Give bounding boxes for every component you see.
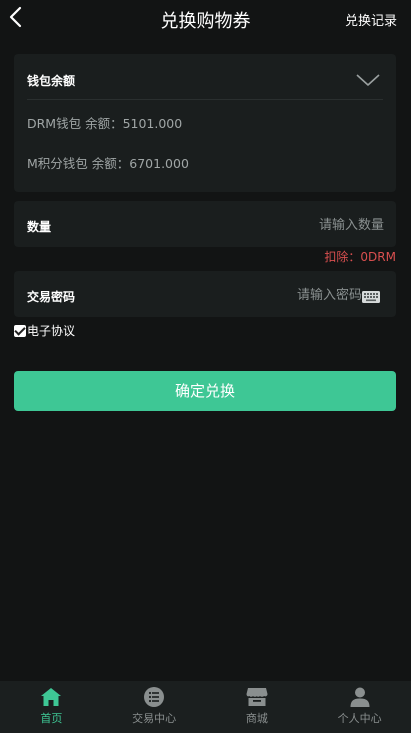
- tab-mall-label: 商城: [245, 712, 268, 725]
- trade-password-input[interactable]: [182, 283, 362, 307]
- quantity-input[interactable]: [184, 213, 384, 237]
- deduct-amount-text: 扣除：0DRM: [324, 250, 396, 264]
- tab-home-label: 首页: [40, 712, 63, 725]
- wallet-balance-heading: 钱包余额: [27, 74, 76, 88]
- bottom-tab-bar: 首页 交易中心 商城 个人中心: [0, 681, 411, 733]
- agreement-label[interactable]: 电子协议: [27, 322, 75, 339]
- exchange-record-link[interactable]: 兑换记录: [345, 10, 397, 29]
- chevron-down-icon[interactable]: [356, 73, 380, 87]
- tab-home[interactable]: 首页: [0, 681, 103, 733]
- list-icon: [144, 687, 165, 707]
- tab-trade-center[interactable]: 交易中心: [103, 681, 206, 733]
- tab-profile-label: 个人中心: [337, 712, 382, 725]
- m-points-wallet-balance[interactable]: M积分钱包 余额：6701.000: [27, 153, 189, 172]
- password-field-row: 交易密码: [14, 271, 396, 317]
- store-icon: [246, 688, 268, 706]
- trade-password-label: 交易密码: [27, 290, 76, 304]
- user-icon: [350, 687, 370, 707]
- agreement-checkbox[interactable]: [14, 324, 26, 337]
- tab-profile[interactable]: 个人中心: [308, 681, 411, 733]
- drm-wallet-balance[interactable]: DRM钱包 余额：5101.000: [27, 113, 182, 132]
- home-icon: [41, 688, 62, 706]
- keyboard-icon[interactable]: [362, 291, 380, 303]
- tab-mall[interactable]: 商城: [206, 681, 309, 733]
- agreement-row[interactable]: 电子协议: [14, 322, 75, 339]
- divider: [27, 99, 383, 100]
- confirm-exchange-button[interactable]: 确定兑换: [14, 371, 396, 411]
- quantity-field-row: 数量: [14, 201, 396, 247]
- quantity-label: 数量: [27, 220, 52, 234]
- top-bar: 兑换购物券 兑换记录: [0, 0, 411, 38]
- wallet-balance-card[interactable]: 钱包余额 DRM钱包 余额：5101.000 M积分钱包 余额：6701.000: [14, 54, 396, 192]
- tab-trade-center-label: 交易中心: [132, 712, 177, 725]
